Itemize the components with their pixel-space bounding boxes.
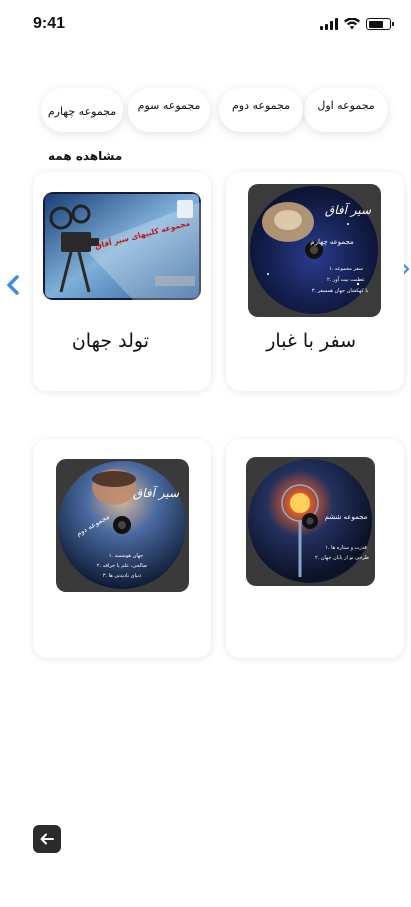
cover-line: ۱. جهان هوشمند (109, 553, 144, 559)
category-label: مجموعه دوم (232, 98, 291, 112)
cover-image: سیر آفاق مجموعه چهارم ۱. سفر مجموعه ۲. ع… (248, 184, 381, 317)
cover-line: ۳. با کهکشان جهان همسفر (312, 288, 369, 294)
collection-card[interactable]: سیر آفاق مجموعه چهارم ۱. سفر مجموعه ۲. ع… (226, 172, 404, 391)
cover-image: مجموعه کلیپهای سیر آفاق (43, 192, 201, 300)
status-time: 9:41 (33, 15, 66, 32)
cover-line: ۱. سفر مجموعه (329, 266, 363, 272)
collection-card[interactable]: سیر آفاق مجموعه دوم ۱. جهان هوشمند ۲. صا… (33, 439, 211, 658)
card-title: تولد جهان (71, 330, 149, 352)
category-pill-second[interactable]: مجموعه دوم (219, 88, 303, 132)
cover-line: ۲. عظمت بیت آور (327, 276, 365, 283)
collection-card[interactable]: مجموعه کلیپهای سیر آفاق تولد جهان (33, 172, 211, 391)
signal-icon (320, 18, 338, 30)
wifi-icon (344, 18, 360, 30)
cover-line: ۲. صالحی، علم یا خرافه (97, 563, 147, 569)
status-icons (320, 18, 394, 30)
collection-card[interactable]: مجموعه ششم ۱. قدرت و ستاره ها ۲. طرحی نو… (226, 439, 404, 658)
cover-line: ۳. دنیای نادیدنی ها (103, 573, 142, 579)
category-label: مجموعه اول (317, 98, 375, 112)
cover-header: سیر آفاق (133, 485, 180, 500)
cover-subtitle: مجموعه ششم (325, 513, 368, 521)
category-label: مجموعه سوم (137, 98, 201, 112)
category-label: مجموعه چهارم (47, 104, 117, 118)
card-title: سفر با غبار (266, 330, 356, 352)
cover-line: ۲. طرحی نو از پایان جهان (315, 555, 369, 561)
cover-subtitle: مجموعه چهارم (310, 238, 354, 246)
chevron-left-icon[interactable] (5, 275, 21, 295)
battery-icon (366, 18, 394, 30)
category-pill-fourth[interactable]: مجموعه چهارم (41, 88, 123, 132)
category-pill-first[interactable]: مجموعه اول (304, 88, 388, 132)
cover-header: سیر آفاق (325, 202, 372, 217)
arrow-left-icon (40, 833, 54, 845)
back-button[interactable] (33, 825, 61, 853)
cover-image: مجموعه ششم ۱. قدرت و ستاره ها ۲. طرحی نو… (246, 457, 375, 586)
category-pill-third[interactable]: مجموعه سوم (128, 88, 210, 132)
cover-image: سیر آفاق مجموعه دوم ۱. جهان هوشمند ۲. صا… (56, 459, 189, 592)
see-all-link[interactable]: مشاهده همه (48, 149, 122, 163)
cover-line: ۱. قدرت و ستاره ها (325, 545, 367, 551)
status-bar: 9:41 (0, 0, 411, 50)
